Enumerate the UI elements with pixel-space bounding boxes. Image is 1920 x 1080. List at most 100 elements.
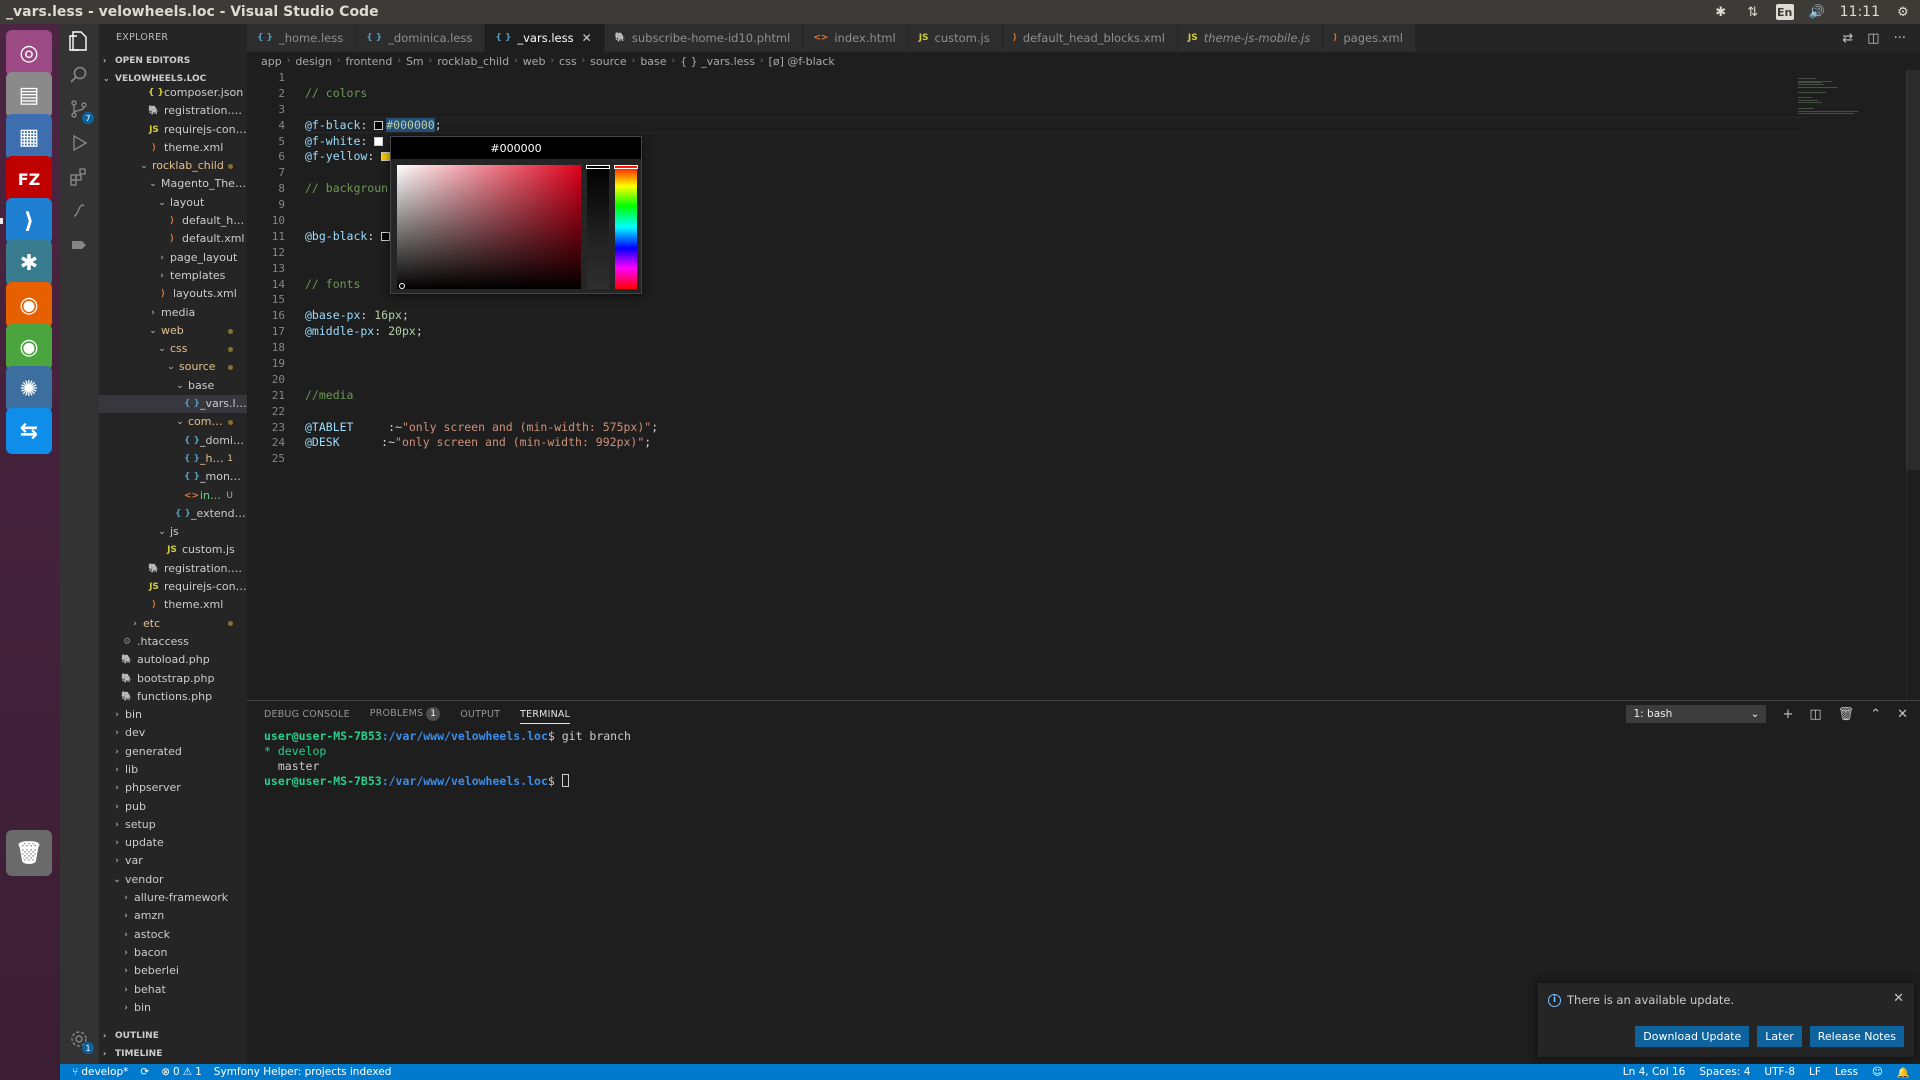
code-line[interactable] — [305, 451, 658, 467]
run-debug-icon[interactable] — [68, 132, 90, 154]
file-item[interactable]: 🐘 registration.php — [99, 560, 247, 578]
folder-item[interactable]: › phpserver — [99, 779, 247, 797]
timeline-section[interactable]: › TIMELINE — [99, 1045, 247, 1063]
code-line[interactable] — [305, 372, 658, 388]
folder-item[interactable]: › generated — [99, 743, 247, 761]
saturation-box[interactable] — [397, 165, 581, 289]
document-viewer-launcher-icon[interactable]: ▦ — [6, 114, 52, 160]
breadcrumb-item[interactable]: [ø] @f-black — [769, 55, 835, 68]
editor-tab[interactable]: JS theme-js-mobile.js — [1177, 24, 1324, 52]
panel-tab-output[interactable]: OUTPUT — [460, 709, 500, 720]
code-line[interactable]: @TABLET :~"only screen and (min-width: 5… — [305, 420, 658, 436]
breadcrumb-item[interactable]: css — [559, 55, 577, 68]
panel-tab-problems[interactable]: PROBLEMS 1 — [370, 707, 441, 721]
folder-item[interactable]: ⌄ css — [99, 340, 247, 358]
file-item[interactable]: { }_mongoli... — [99, 468, 247, 486]
cursor-position[interactable]: Ln 4, Col 16 — [1623, 1066, 1686, 1078]
files-launcher-icon[interactable]: ▤ — [6, 72, 52, 118]
file-item[interactable]: { } _ho... 1 — [99, 450, 247, 468]
folder-item[interactable]: › beberlei — [99, 962, 247, 980]
editor-tab[interactable]: { } _vars.less ✕ — [485, 24, 605, 52]
folder-item[interactable]: ⌄ vendor — [99, 871, 247, 889]
release-notes-button[interactable]: Release Notes — [1809, 1026, 1904, 1047]
code-line[interactable]: @middle-px: 20px; — [305, 324, 658, 340]
minimap[interactable] — [1798, 76, 1908, 118]
editor-tab[interactable]: { } _home.less — [247, 24, 357, 52]
file-item[interactable]: 🐘 bootstrap.php — [99, 670, 247, 688]
editor-tab[interactable]: JS custom.js — [908, 24, 1003, 52]
folder-item[interactable]: › bin — [99, 706, 247, 724]
keyboard-layout-indicator[interactable]: En — [1775, 4, 1794, 20]
symfony-icon[interactable] — [68, 200, 90, 222]
folder-item[interactable]: › page_layout — [99, 249, 247, 267]
open-changes-icon[interactable]: ⇄ — [1842, 31, 1853, 46]
file-item[interactable]: { }_extend.less — [99, 505, 247, 523]
breadcrumb-item[interactable]: source — [590, 55, 627, 68]
new-terminal-icon[interactable]: + — [1782, 707, 1793, 722]
volume-icon[interactable]: 🔊 — [1808, 4, 1826, 20]
code-line[interactable] — [305, 340, 658, 356]
folder-item[interactable]: › bin — [99, 999, 247, 1017]
folder-item[interactable]: › allure-framework — [99, 889, 247, 907]
kill-terminal-icon[interactable]: 🗑 — [1838, 707, 1855, 722]
git-branch-status[interactable]: ⑂ develop* — [72, 1066, 128, 1078]
file-item[interactable]: ⟩ default_hea... — [99, 212, 247, 230]
folder-item[interactable]: › pub — [99, 798, 247, 816]
editor-tab[interactable]: ⟩ default_head_blocks.xml — [1002, 24, 1178, 52]
folder-item[interactable]: › templates — [99, 267, 247, 285]
file-item[interactable]: ⟩ default.xml — [99, 230, 247, 248]
code-line[interactable]: // colors — [305, 86, 658, 102]
language-mode[interactable]: Less — [1835, 1066, 1858, 1078]
folder-item[interactable]: › lib — [99, 761, 247, 779]
file-item[interactable]: JS requirejs-confi... — [99, 121, 247, 139]
search-icon[interactable] — [68, 64, 90, 86]
clock[interactable]: 11:11 — [1840, 4, 1880, 20]
opacity-slider-knob[interactable] — [586, 165, 610, 169]
later-button[interactable]: Later — [1757, 1026, 1802, 1047]
breadcrumb-item[interactable]: web — [523, 55, 546, 68]
color-swatch[interactable] — [374, 120, 384, 130]
breadcrumb-item[interactable]: { } _vars.less — [680, 55, 755, 68]
code-line[interactable] — [305, 102, 658, 118]
feedback-icon[interactable]: ☺ — [1872, 1066, 1883, 1078]
breadcrumb-item[interactable]: design — [295, 55, 332, 68]
code-line[interactable]: @base-px: 16px; — [305, 308, 658, 324]
folder-item[interactable]: › update — [99, 834, 247, 852]
file-item[interactable]: { } composer.json — [99, 84, 247, 102]
chrome-launcher-icon[interactable]: ◉ — [6, 324, 52, 370]
code-line[interactable] — [305, 70, 658, 86]
more-actions-icon[interactable]: ··· — [1894, 31, 1906, 46]
close-notification-icon[interactable]: ✕ — [1893, 991, 1904, 1006]
split-terminal-icon[interactable]: ◫ — [1809, 707, 1821, 722]
filezilla-launcher-icon[interactable]: FZ — [6, 156, 52, 202]
panel-tab-debug-console[interactable]: DEBUG CONSOLE — [264, 709, 350, 720]
file-item[interactable]: JS requirejs-confi... — [99, 578, 247, 596]
folder-item[interactable]: › media — [99, 304, 247, 322]
code-line[interactable] — [305, 404, 658, 420]
manage-gear-icon[interactable]: 1 — [68, 1028, 94, 1054]
folder-item[interactable]: › etc — [99, 615, 247, 633]
tag-icon[interactable] — [68, 234, 90, 256]
folder-item[interactable]: › astock — [99, 926, 247, 944]
hue-strip[interactable] — [614, 165, 638, 289]
folder-item[interactable]: › dev — [99, 724, 247, 742]
open-editors-section[interactable]: › OPEN EDITORS — [99, 52, 247, 70]
breadcrumb-item[interactable]: frontend — [345, 55, 392, 68]
maximize-panel-icon[interactable]: ⌃ — [1870, 707, 1881, 722]
breadcrumb-item[interactable]: rocklab_child — [437, 55, 509, 68]
folder-item[interactable]: ⌄ base — [99, 377, 247, 395]
code-line[interactable]: @DESK :~"only screen and (min-width: 992… — [305, 435, 658, 451]
panel-tab-terminal[interactable]: TERMINAL — [520, 705, 571, 724]
file-item[interactable]: 🐘 registration.php — [99, 102, 247, 120]
file-item[interactable]: ⟩ theme.xml — [99, 596, 247, 614]
sync-icon[interactable]: ⟳ — [140, 1066, 149, 1078]
file-item[interactable]: ⟩ layouts.xml — [99, 285, 247, 303]
code-line[interactable]: @f-black: #000000; — [305, 117, 658, 134]
notifications-bell-icon[interactable]: 🔔 — [1897, 1066, 1910, 1079]
network-icon[interactable]: ⇅ — [1744, 4, 1762, 20]
end-of-line[interactable]: LF — [1809, 1066, 1821, 1078]
file-item[interactable]: ⚙ .htaccess — [99, 633, 247, 651]
file-item[interactable]: 🐘 autoload.php — [99, 651, 247, 669]
code-line[interactable] — [305, 292, 658, 308]
symfony-status[interactable]: Symfony Helper: projects indexed — [214, 1066, 392, 1078]
